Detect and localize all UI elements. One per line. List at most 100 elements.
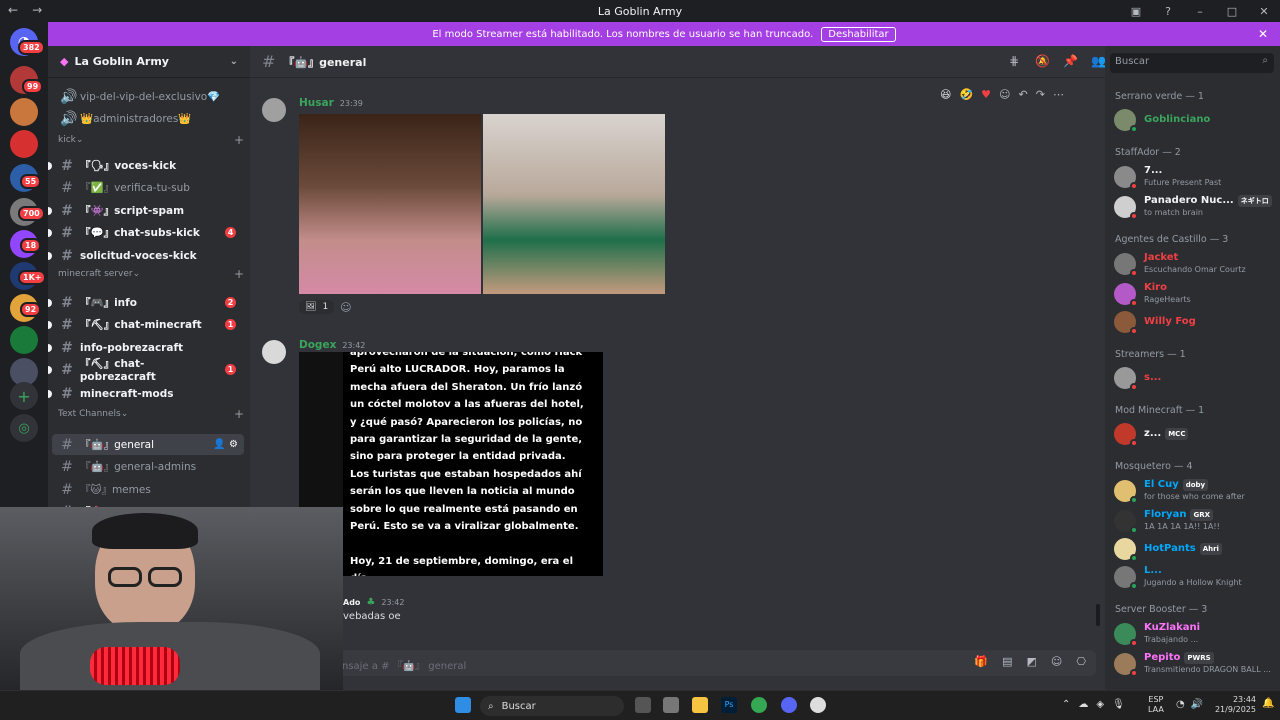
avatar[interactable] <box>262 340 286 364</box>
avatar[interactable] <box>262 98 286 122</box>
mute-icon[interactable]: 🔕 <box>1035 54 1050 68</box>
maximize-button[interactable]: □ <box>1216 5 1248 18</box>
help-icon[interactable]: ? <box>1152 5 1184 18</box>
channel-item[interactable]: # 『🗣』voces-kick <box>48 155 244 176</box>
channel-item[interactable]: # 『🎮』info 2 <box>48 292 244 313</box>
member-item[interactable]: El Cuy doby for those who come after <box>1114 478 1274 504</box>
close-window-button[interactable]: ✕ <box>1248 5 1280 18</box>
member-item[interactable]: z... MCC <box>1114 421 1274 447</box>
member-item[interactable]: Willy Fog <box>1114 309 1274 335</box>
video-attachment[interactable]: aprovecharon de la situación, como Hack P… <box>299 352 603 576</box>
add-channel-icon[interactable]: + <box>234 407 244 421</box>
member-item[interactable]: 7... Future Present Past <box>1114 164 1274 190</box>
channel-item[interactable]: # 『🤖』general 👤 ⚙ <box>52 434 244 455</box>
scrollbar[interactable] <box>1096 604 1100 626</box>
start-icon[interactable] <box>455 697 471 713</box>
apps-icon[interactable]: ⎔ <box>1076 655 1086 668</box>
member-item[interactable]: Pepito PWRS Transmitiendo DRAGON BALL ... <box>1114 651 1274 677</box>
file-explorer-icon[interactable] <box>692 697 708 713</box>
server-header[interactable]: ◆ La Goblin Army ⌄ <box>48 46 250 78</box>
channel-category[interactable]: minecraft server ⌄ + <box>58 267 244 281</box>
heart-icon[interactable]: ♥ <box>981 88 991 101</box>
member-item[interactable]: Panadero Nuc... ネギトロ to match brain <box>1114 194 1274 220</box>
channel-item[interactable]: # 『⛏』chat-minecraft 1 <box>48 314 244 335</box>
emoji-react-icon[interactable]: 😆 <box>940 88 951 101</box>
explore-icon[interactable]: ◎ <box>10 414 38 442</box>
taskbar-search[interactable]: ⌕ Buscar <box>480 696 624 716</box>
gif-icon[interactable]: ▤ <box>1002 655 1012 668</box>
pin-icon[interactable]: 📌 <box>1063 54 1078 68</box>
reaction-chip[interactable]: 🖼 1 <box>299 300 335 314</box>
search-icon: ⌕ <box>488 700 494 712</box>
notifications-icon[interactable]: 🔔 <box>1262 698 1274 709</box>
channel-item[interactable]: 🔊 👑administradores👑 <box>52 108 244 129</box>
channel-item[interactable]: # 『🐱』memes <box>52 479 244 500</box>
channel-item[interactable]: # info-pobrezacraft <box>48 337 244 358</box>
discord-icon[interactable] <box>781 697 797 713</box>
channel-item[interactable]: # 『👾』script-spam <box>48 200 244 221</box>
member-item[interactable]: Floryan GRX 1A 1A 1A 1A!! 1A!! <box>1114 508 1274 534</box>
forward-icon[interactable]: → <box>32 3 42 17</box>
network-icon[interactable]: ◈ <box>1096 699 1104 710</box>
channel-settings-icon[interactable]: 👤 ⚙ <box>213 439 238 450</box>
add-reaction-icon[interactable]: ☺ <box>340 301 351 314</box>
message-composer[interactable]: nsaje a # 『🤖』 general 🎁 ▤ ◩ ☺ ⎔ <box>262 650 1096 676</box>
channel-item[interactable]: # 『💬』chat-subs-kick 4 <box>48 222 244 243</box>
task-view-icon[interactable] <box>635 697 651 713</box>
member-item[interactable]: HotPants Ahri <box>1114 536 1274 562</box>
message-author[interactable]: Ado <box>343 598 360 607</box>
message-author[interactable]: Dogex <box>299 339 336 351</box>
message-author[interactable]: Husar <box>299 97 334 109</box>
disable-streamer-button[interactable]: Deshabilitar <box>821 26 896 42</box>
channel-item[interactable]: # solicitud-voces-kick <box>48 245 244 266</box>
channel-category[interactable]: Text Channels ⌄ + <box>58 407 244 421</box>
add-server-icon[interactable]: + <box>10 382 38 410</box>
emoji-react-icon[interactable]: 🤣 <box>959 88 973 101</box>
reply-icon[interactable]: ↶ <box>1019 88 1028 101</box>
image-attachment[interactable] <box>299 114 665 294</box>
minimize-button[interactable]: – <box>1184 5 1216 18</box>
server-icon[interactable] <box>10 98 38 126</box>
member-tag: PWRS <box>1184 652 1214 664</box>
inbox-icon[interactable]: ▣ <box>1120 5 1152 18</box>
volume-icon[interactable]: 🔊 <box>1191 699 1203 710</box>
member-item[interactable]: KuZlakani Trabajando ... <box>1114 621 1274 647</box>
mic-icon[interactable]: 🎙 <box>1112 699 1125 710</box>
member-item[interactable]: Jacket Escuchando Omar Courtz <box>1114 251 1274 277</box>
wifi-icon[interactable]: ◔ <box>1176 699 1185 710</box>
add-reaction-icon[interactable]: ☺ <box>999 88 1010 101</box>
emoji-icon[interactable]: ☺ <box>1051 655 1062 668</box>
member-item[interactable]: L... Jugando a Hollow Knight <box>1114 564 1274 590</box>
more-icon[interactable]: ⋯ <box>1053 88 1064 101</box>
channel-category[interactable]: kick ⌄ + <box>58 133 244 147</box>
back-icon[interactable]: ← <box>8 3 18 17</box>
photoshop-icon[interactable]: Ps <box>721 697 737 713</box>
search-icon: ⌕ <box>1262 55 1268 66</box>
gift-icon[interactable]: 🎁 <box>974 655 988 668</box>
threads-icon[interactable]: ⋕ <box>1007 54 1021 68</box>
add-channel-icon[interactable]: + <box>234 267 244 281</box>
channel-item[interactable]: # 『⛏』chat-pobrezacraft 1 <box>48 358 244 383</box>
add-channel-icon[interactable]: + <box>234 133 244 147</box>
clock[interactable]: 23:44 21/9/2025 <box>1212 695 1256 715</box>
member-item[interactable]: Kiro RageHearts <box>1114 281 1274 307</box>
channel-item[interactable]: # minecraft-mods <box>48 383 244 404</box>
language-indicator[interactable]: ESP LAA <box>1148 695 1164 715</box>
app-icon[interactable] <box>810 697 826 713</box>
close-icon[interactable]: ✕ <box>1258 27 1268 41</box>
members-icon[interactable]: 👥 <box>1091 54 1106 68</box>
forward-icon[interactable]: ↷ <box>1036 88 1045 101</box>
chevron-up-icon[interactable]: ⌃ <box>1062 699 1070 710</box>
sticker-icon[interactable]: ◩ <box>1027 655 1037 668</box>
channel-item[interactable]: # 『✅』verifica-tu-sub <box>52 177 244 198</box>
server-icon[interactable] <box>10 130 38 158</box>
server-icon[interactable] <box>10 326 38 354</box>
cloud-icon[interactable]: ☁ <box>1078 699 1088 710</box>
search-input[interactable]: Buscar ⌕ <box>1110 53 1274 73</box>
app-icon[interactable] <box>663 697 679 713</box>
member-item[interactable]: s... <box>1114 365 1274 391</box>
channel-item[interactable]: 🔊 vip-del-vip-del-exclusivo💎 <box>52 86 244 107</box>
channel-item[interactable]: # 『🤖』general-admins <box>52 456 244 477</box>
member-item[interactable]: Goblinciano <box>1114 107 1274 133</box>
chrome-icon[interactable] <box>751 697 767 713</box>
